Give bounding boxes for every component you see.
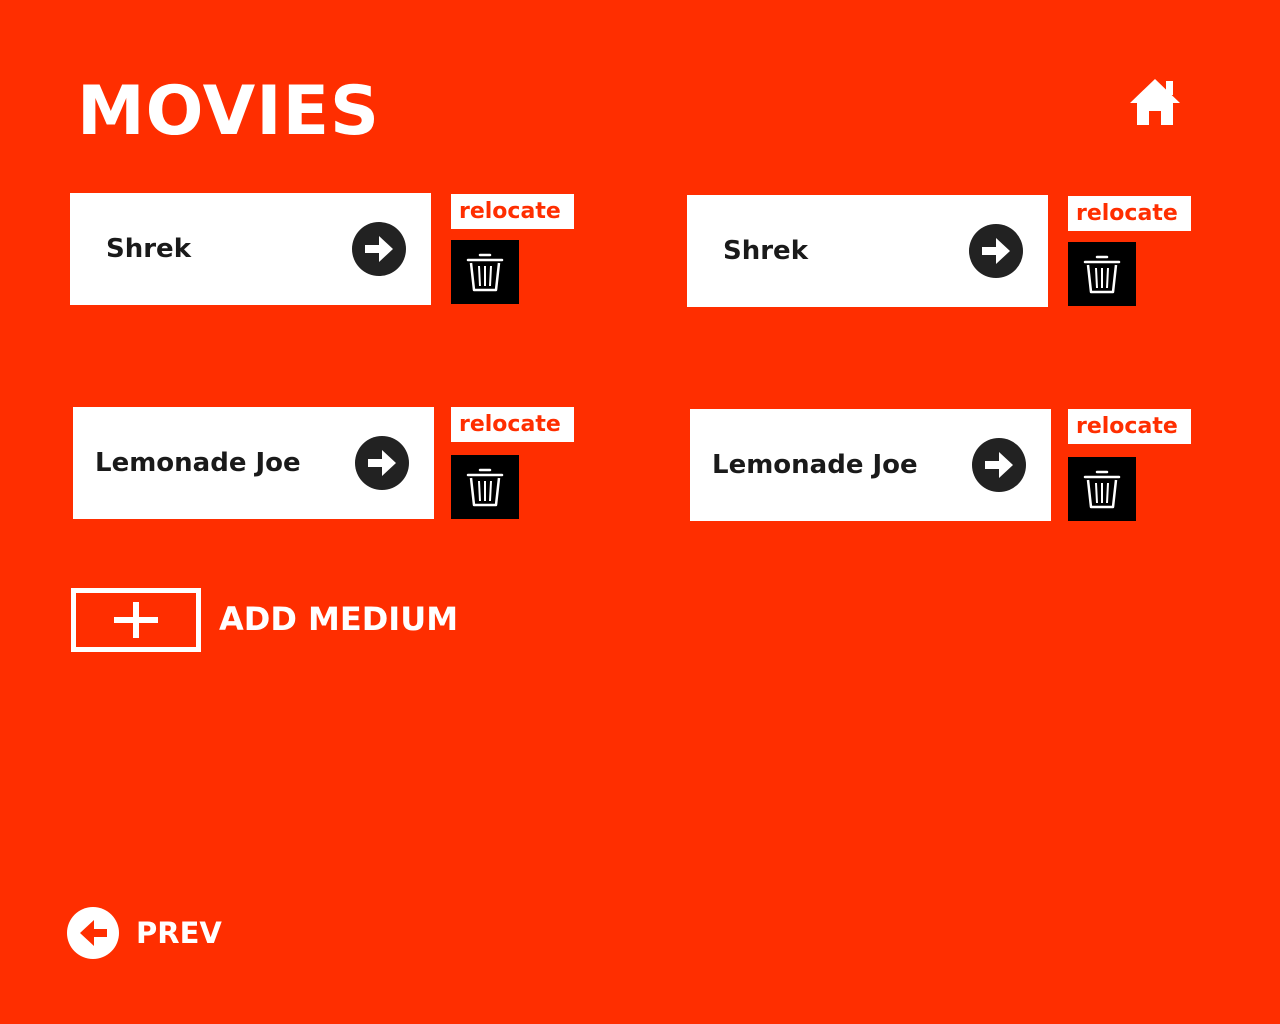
trash-icon — [1083, 255, 1121, 294]
delete-button[interactable] — [451, 455, 519, 519]
trash-icon — [466, 253, 504, 292]
arrow-right-circle-icon[interactable] — [968, 223, 1024, 279]
home-icon — [1130, 79, 1180, 125]
media-card-shrek[interactable]: Shrek — [70, 193, 431, 305]
relocate-button[interactable]: relocate — [451, 194, 574, 229]
add-medium-button[interactable] — [71, 588, 201, 652]
media-title: Shrek — [106, 234, 191, 264]
delete-button[interactable] — [1068, 242, 1136, 306]
media-card-lemonade-joe[interactable]: Lemonade Joe — [690, 409, 1051, 521]
arrow-right-circle-icon[interactable] — [351, 221, 407, 277]
media-title: Shrek — [723, 236, 808, 266]
relocate-button[interactable]: relocate — [1068, 409, 1191, 444]
trash-icon — [466, 468, 504, 507]
plus-icon — [114, 602, 158, 638]
page-title: MOVIES — [77, 72, 381, 151]
media-title: Lemonade Joe — [712, 450, 918, 480]
add-medium-label[interactable]: ADD MEDIUM — [219, 600, 458, 638]
trash-icon — [1083, 470, 1121, 509]
relocate-button[interactable]: relocate — [451, 407, 574, 442]
delete-button[interactable] — [451, 240, 519, 304]
arrow-left-circle-icon — [67, 907, 119, 959]
prev-button[interactable]: PREV — [66, 907, 222, 959]
delete-button[interactable] — [1068, 457, 1136, 521]
media-card-lemonade-joe[interactable]: Lemonade Joe — [73, 407, 434, 519]
home-button[interactable] — [1128, 75, 1182, 129]
arrow-right-circle-icon[interactable] — [354, 435, 410, 491]
media-card-shrek[interactable]: Shrek — [687, 195, 1048, 307]
prev-label: PREV — [136, 916, 222, 950]
media-title: Lemonade Joe — [95, 448, 301, 478]
relocate-button[interactable]: relocate — [1068, 196, 1191, 231]
arrow-right-circle-icon[interactable] — [971, 437, 1027, 493]
